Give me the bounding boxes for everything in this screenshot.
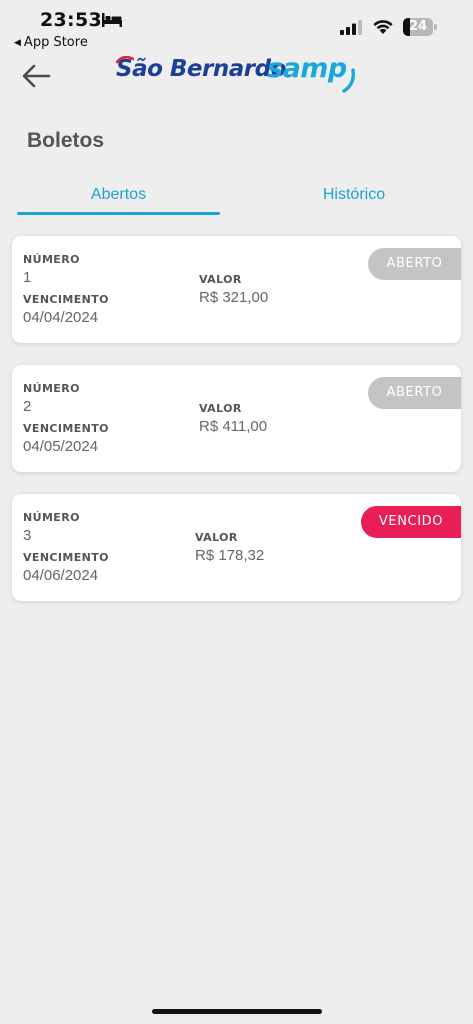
battery-level: 24 (408, 19, 428, 34)
numero-value: 3 (23, 527, 32, 544)
home-indicator[interactable] (152, 1009, 322, 1014)
valor-label: VALOR (199, 273, 242, 286)
back-triangle-icon: ◀ (14, 38, 21, 48)
vencimento-label: VENCIMENTO (23, 422, 109, 435)
boleto-card[interactable]: NÚMERO 3 VENCIMENTO 04/06/2024 VALOR R$ … (12, 494, 461, 601)
numero-value: 2 (23, 398, 32, 415)
tab-bar: Abertos Histórico (0, 186, 473, 218)
battery-icon: 24 (403, 18, 437, 36)
numero-label: NÚMERO (23, 511, 80, 524)
sao-bernardo-samp-logo: São Bernardo samp (116, 53, 366, 98)
logo-comma-swoosh-icon (342, 68, 355, 93)
active-tab-indicator (17, 212, 220, 215)
status-time: 23:53 (40, 9, 102, 31)
numero-label: NÚMERO (23, 382, 80, 395)
vencimento-label: VENCIMENTO (23, 551, 109, 564)
logo-red-swoosh-icon (116, 56, 134, 64)
vencimento-label: VENCIMENTO (23, 293, 109, 306)
logo-text-samp: samp (267, 53, 347, 84)
sleep-bed-icon (102, 13, 122, 27)
status-badge: ABERTO (368, 377, 461, 409)
valor-label: VALOR (199, 402, 242, 415)
status-bar: 23:53 ◀ App Store 24 (0, 0, 473, 56)
vencimento-value: 04/05/2024 (23, 438, 99, 455)
valor-value: R$ 178,32 (195, 547, 265, 564)
boleto-card[interactable]: NÚMERO 2 VENCIMENTO 04/05/2024 VALOR R$ … (12, 365, 461, 472)
boleto-card[interactable]: NÚMERO 1 VENCIMENTO 04/04/2024 VALOR R$ … (12, 236, 461, 343)
vencimento-value: 04/06/2024 (23, 567, 99, 584)
valor-value: R$ 321,00 (199, 289, 269, 306)
numero-value: 1 (23, 269, 32, 286)
status-badge: VENCIDO (361, 506, 461, 538)
valor-value: R$ 411,00 (199, 418, 268, 435)
numero-label: NÚMERO (23, 253, 80, 266)
page-title: Boletos (27, 129, 105, 152)
tab-historico[interactable]: Histórico (252, 186, 456, 216)
wifi-icon (373, 20, 393, 34)
back-to-app-store-link[interactable]: ◀ App Store (14, 35, 88, 50)
status-badge: ABERTO (368, 248, 461, 280)
cellular-signal-icon (340, 20, 362, 35)
vencimento-value: 04/04/2024 (23, 309, 99, 326)
valor-label: VALOR (195, 531, 238, 544)
back-arrow-icon[interactable] (20, 62, 52, 90)
logo-text-sao-bernardo: São Bernardo (116, 56, 286, 82)
